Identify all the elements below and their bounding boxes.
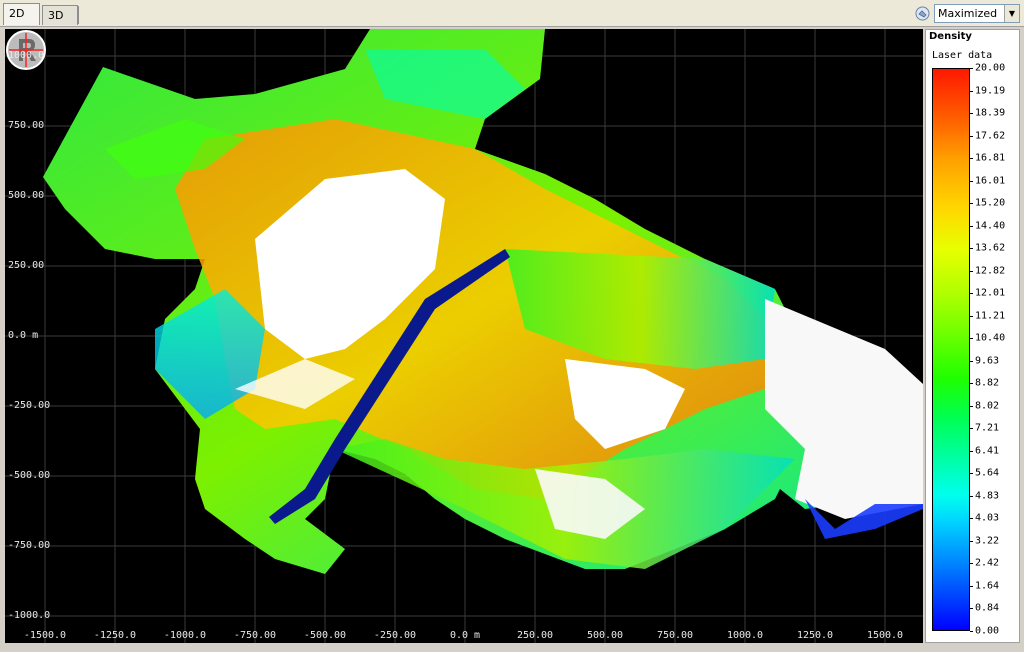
colorbar-tick-mark: [970, 315, 973, 317]
x-tick-label: 500.00: [586, 630, 624, 641]
window-state-select[interactable]: Maximized ▼: [934, 4, 1020, 23]
colorbar-tick-label: 12.82: [975, 265, 1006, 277]
colorbar-tick-mark: [970, 68, 973, 69]
colorbar-tick-label: 2.42: [975, 557, 1000, 569]
colorbar: [932, 68, 970, 631]
tab-2d[interactable]: 2D: [3, 3, 40, 25]
colorbar-tick-label: 1.64: [975, 580, 1000, 592]
colorbar-tick-mark: [970, 428, 973, 430]
chevron-down-icon[interactable]: ▼: [1004, 5, 1019, 22]
y-tick-label: -1000.0: [8, 610, 51, 621]
y-tick-label: 250.00: [8, 260, 45, 271]
colorbar-tick-mark: [970, 585, 973, 587]
colorbar-tick-mark: [970, 135, 973, 137]
colorbar-tick-label: 8.82: [975, 377, 1000, 389]
colorbar-tick-label: 15.20: [975, 197, 1006, 209]
window-state-icon[interactable]: [914, 5, 931, 22]
window-state-value: Maximized: [938, 7, 998, 20]
colorbar-tick-label: 3.22: [975, 535, 1000, 547]
y-tick-label: -250.00: [8, 400, 51, 411]
x-tick-label: 250.00: [516, 630, 554, 641]
x-tick-label: -500.00: [303, 630, 347, 641]
y-tick-label: 1000.0: [8, 50, 45, 61]
y-tick-label: 0.0 m: [8, 330, 39, 341]
colorbar-tick-mark: [970, 180, 973, 182]
colorbar-tick-label: 16.01: [975, 175, 1006, 187]
colorbar-tick-mark: [970, 563, 973, 565]
colorbar-tick-label: 0.00: [975, 625, 1000, 637]
y-tick-label: -500.00: [8, 470, 51, 481]
legend-subtitle: Laser data: [932, 50, 993, 61]
tab-separator: [78, 6, 79, 24]
laser-coverage: [43, 29, 923, 574]
colorbar-tick-mark: [970, 225, 973, 227]
colorbar-tick-mark: [970, 270, 973, 272]
colorbar-tick-label: 17.62: [975, 130, 1006, 142]
x-tick-label: 1000.0: [726, 630, 764, 641]
x-tick-label: -250.00: [373, 630, 417, 641]
colorbar-tick-label: 10.40: [975, 332, 1006, 344]
x-tick-label: -750.00: [233, 630, 277, 641]
colorbar-tick-mark: [970, 113, 973, 115]
colorbar-tick-mark: [970, 203, 973, 205]
colorbar-tick-label: 0.84: [975, 602, 1000, 614]
y-tick-label: -750.00: [8, 540, 51, 551]
y-tick-label: 500.00: [8, 190, 45, 201]
colorbar-tick-label: 6.41: [975, 445, 1000, 457]
colorbar-tick-mark: [970, 518, 973, 520]
x-tick-label: -1000.0: [163, 630, 207, 641]
legend-title: Density: [929, 31, 972, 42]
colorbar-tick-mark: [970, 540, 973, 542]
colorbar-tick-mark: [970, 360, 973, 362]
colorbar-tick-label: 16.81: [975, 152, 1006, 164]
colorbar-tick-label: 9.63: [975, 355, 1000, 367]
x-tick-label: 750.00: [656, 630, 694, 641]
colorbar-tick-label: 14.40: [975, 220, 1006, 232]
app-window: 2D 3D Maximized ▼ 1000.0 750.00 500.00 2…: [0, 0, 1024, 652]
x-tick-label: -1500.0: [23, 630, 67, 641]
colorbar-tick-mark: [970, 608, 973, 610]
x-tick-label: 1250.0: [796, 630, 834, 641]
colorbar-tick-mark: [970, 90, 973, 92]
colorbar-tick-mark: [970, 338, 973, 340]
colorbar-tick-label: 7.21: [975, 422, 1000, 434]
colorbar-tick-mark: [970, 293, 973, 295]
colorbar-tick-mark: [970, 473, 973, 475]
colorbar-tick-label: 4.03: [975, 512, 1000, 524]
colorbar-tick-label: 19.19: [975, 85, 1006, 97]
tab-3d[interactable]: 3D: [42, 5, 78, 25]
x-tick-label: 0.0 m: [449, 630, 481, 641]
toolbar: 2D 3D Maximized ▼: [0, 0, 1024, 27]
colorbar-tick-label: 5.64: [975, 467, 1000, 479]
density-legend: Density Laser data 20.00 19.19 18.39 17.62 1…: [925, 29, 1020, 643]
colorbar-tick-label: 11.21: [975, 310, 1006, 322]
density-map: [5, 29, 923, 643]
map-view[interactable]: 1000.0 750.00 500.00 250.00 0.0 m -250.0…: [5, 29, 923, 643]
colorbar-tick-label: 8.02: [975, 400, 1000, 412]
colorbar-tick-mark: [970, 405, 973, 407]
colorbar-tick-mark: [970, 495, 973, 497]
colorbar-tick-label: 4.83: [975, 490, 1000, 502]
colorbar-tick-mark: [970, 158, 973, 160]
y-tick-label: 750.00: [8, 120, 45, 131]
colorbar-tick-label: 20.00: [975, 62, 1006, 74]
colorbar-tick-label: 18.39: [975, 107, 1006, 119]
colorbar-tick-label: 13.62: [975, 242, 1006, 254]
x-tick-label: 1500.0: [866, 630, 904, 641]
colorbar-tick-mark: [970, 450, 973, 452]
colorbar-tick-label: 12.01: [975, 287, 1006, 299]
colorbar-tick-mark: [970, 383, 973, 385]
colorbar-tick-mark: [970, 248, 973, 250]
x-tick-label: -1250.0: [93, 630, 137, 641]
colorbar-tick-mark: [970, 631, 973, 632]
